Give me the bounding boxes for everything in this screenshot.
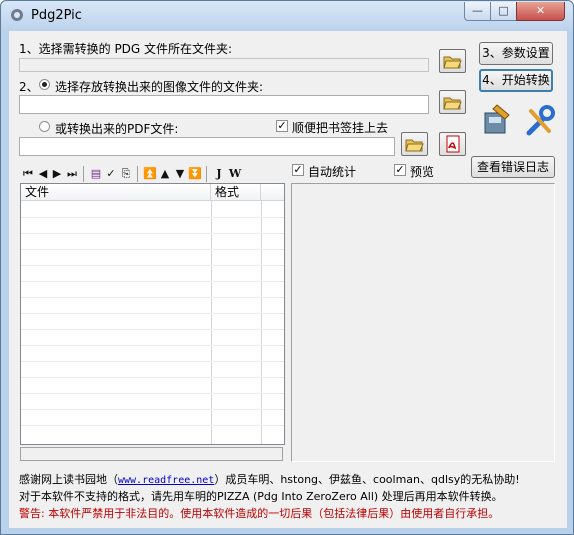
pdf-file-field[interactable] bbox=[19, 137, 395, 156]
column-header-file[interactable]: 文件 bbox=[21, 184, 211, 201]
preview-panel bbox=[291, 183, 555, 462]
open-folder-icon bbox=[443, 56, 462, 69]
warning-line: 警告: 本软件严禁用于非法目的。使用本软件造成的一切后果（包括法律后果）由使用者… bbox=[19, 507, 500, 520]
convert-tool-icon bbox=[484, 104, 510, 134]
column-header-format[interactable]: 格式 bbox=[211, 184, 261, 201]
close-button[interactable]: ✕ bbox=[516, 2, 565, 21]
row-line bbox=[21, 377, 284, 378]
pdf-icon bbox=[446, 135, 460, 153]
row-line bbox=[21, 297, 284, 298]
pdg-folder-field[interactable] bbox=[19, 58, 429, 72]
maximize-button[interactable]: □ bbox=[490, 2, 517, 21]
prev-icon[interactable]: ◀ bbox=[36, 167, 50, 181]
row-line bbox=[21, 393, 284, 394]
pdf-file-radio[interactable] bbox=[39, 121, 50, 132]
image-folder-field[interactable] bbox=[19, 95, 429, 114]
step1-label: 1、选择需转换的 PDG 文件所在文件夹: bbox=[19, 42, 233, 56]
file-list[interactable]: 文件 格式 bbox=[20, 183, 285, 445]
start-convert-button[interactable]: 4、开始转换 bbox=[479, 69, 553, 92]
error-log-button[interactable]: 查看错误日志 bbox=[471, 156, 555, 178]
first-icon[interactable]: ⏮ bbox=[21, 167, 35, 181]
list-header: 文件 格式 bbox=[21, 184, 284, 201]
bookmark-label: 顺便把书签挂上去 bbox=[292, 121, 389, 135]
row-line bbox=[21, 425, 284, 426]
step2-number: 2、 bbox=[19, 80, 39, 94]
auto-stats-checkbox[interactable]: ✓ bbox=[292, 164, 304, 176]
row-line bbox=[21, 217, 284, 218]
credits-prefix: 感谢网上读书园地（ bbox=[19, 473, 118, 486]
toolbar-separator bbox=[83, 166, 84, 182]
page-icon[interactable]: ▤ bbox=[89, 167, 103, 181]
step2-label: 选择存放转换出来的图像文件的文件夹: bbox=[55, 80, 264, 94]
client-area: 1、选择需转换的 PDG 文件所在文件夹: 3、参数设置 2、 选择存放转换出来… bbox=[9, 31, 567, 528]
row-line bbox=[21, 249, 284, 250]
preview-label: 预览 bbox=[410, 165, 435, 179]
row-line bbox=[21, 409, 284, 410]
w-icon[interactable]: W bbox=[228, 167, 242, 181]
last-icon[interactable]: ⏭ bbox=[65, 167, 79, 181]
wrench-icon bbox=[526, 105, 555, 136]
j-icon[interactable]: J bbox=[212, 167, 226, 181]
row-line bbox=[21, 313, 284, 314]
app-icon bbox=[11, 9, 23, 21]
row-line bbox=[21, 233, 284, 234]
export-icon[interactable]: ⎘ bbox=[119, 167, 133, 181]
window-title: Pdg2Pic bbox=[31, 8, 82, 23]
unsupported-format-note: 对于本软件不支持的格式，请先用车明的PIZZA (Pdg Into ZeroZe… bbox=[19, 490, 503, 503]
browse-pdf-button[interactable] bbox=[401, 132, 428, 156]
next-icon[interactable]: ▶ bbox=[50, 167, 64, 181]
open-folder-icon bbox=[405, 139, 424, 152]
browse-pdg-folder-button[interactable] bbox=[439, 49, 466, 73]
credits-line: 感谢网上读书园地（www.readfree.net）成员车明、hstong、伊兹… bbox=[19, 471, 520, 487]
pdf-label: 或转换出来的PDF文件: bbox=[55, 122, 179, 136]
credits-suffix: ）成员车明、hstong、伊兹鱼、coolman、qdlsy的无私协助! bbox=[214, 473, 520, 486]
toolbar-separator bbox=[137, 166, 138, 182]
pdf-button[interactable] bbox=[439, 132, 466, 156]
title-bar[interactable]: Pdg2Pic — □ ✕ bbox=[1, 1, 573, 31]
check-icon[interactable]: ✓ bbox=[104, 167, 118, 181]
toolbar-separator bbox=[206, 166, 207, 182]
list-status-bar bbox=[20, 447, 283, 461]
down-icon[interactable]: ▼ bbox=[173, 167, 187, 181]
row-line bbox=[21, 345, 284, 346]
settings-button[interactable]: 3、参数设置 bbox=[479, 42, 553, 65]
row-line bbox=[21, 281, 284, 282]
top-icon[interactable]: ⏫ bbox=[143, 167, 157, 181]
app-window: Pdg2Pic — □ ✕ 1、选择需转换的 PDG 文件所在文件夹: 3、参数… bbox=[0, 0, 574, 535]
column-divider bbox=[261, 201, 262, 444]
column-divider bbox=[211, 201, 212, 444]
readfree-link[interactable]: www.readfree.net bbox=[118, 475, 214, 486]
preview-checkbox[interactable]: ✓ bbox=[394, 164, 406, 176]
bookmark-checkbox[interactable]: ✓ bbox=[276, 120, 288, 132]
image-folder-radio[interactable] bbox=[39, 79, 50, 90]
row-line bbox=[21, 265, 284, 266]
auto-stats-label: 自动统计 bbox=[308, 165, 357, 179]
row-line bbox=[21, 361, 284, 362]
row-line bbox=[21, 329, 284, 330]
minimize-button[interactable]: — bbox=[464, 2, 491, 21]
up-icon[interactable]: ▲ bbox=[158, 167, 172, 181]
browse-image-folder-button[interactable] bbox=[439, 90, 466, 114]
open-folder-icon bbox=[443, 97, 462, 110]
bottom-icon[interactable]: ⏬ bbox=[188, 167, 202, 181]
